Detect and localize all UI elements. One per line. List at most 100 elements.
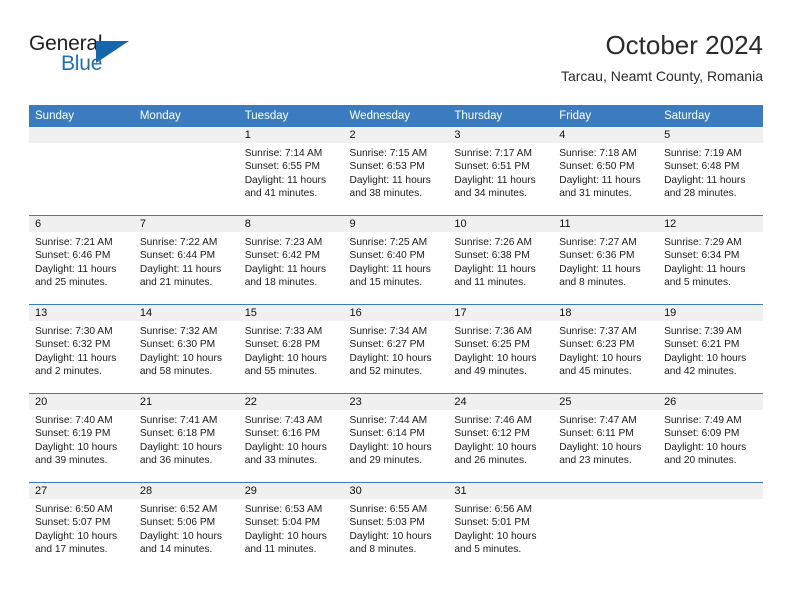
- location-subtitle: Tarcau, Neamt County, Romania: [560, 68, 763, 84]
- calendar-day-cell[interactable]: 31 Sunrise: 6:56 AM Sunset: 5:01 PM Dayligh…: [448, 482, 554, 571]
- sunset-text: Sunset: 6:21 PM: [664, 339, 740, 351]
- day-cell-inner: 2 Sunrise: 7:15 AM Sunset: 6:53 PM Daylight…: [343, 127, 449, 215]
- sunrise-text: Sunrise: 7:18 AM: [559, 148, 637, 159]
- calendar-day-cell[interactable]: 14 Sunrise: 7:32 AM Sunset: 6:30 PM Dayligh…: [133, 304, 239, 394]
- daylight-text-line1: Daylight: 11 hours: [349, 263, 431, 275]
- daylight-text-line2: and 34 minutes.: [454, 188, 527, 200]
- calendar-cell-empty: [658, 482, 763, 571]
- calendar-day-cell[interactable]: 12 Sunrise: 7:29 AM Sunset: 6:34 PM Dayligh…: [658, 215, 763, 305]
- day-details: Sunrise: 7:14 AM Sunset: 6:55 PM Daylight:…: [239, 143, 344, 201]
- calendar-day-cell[interactable]: 25 Sunrise: 7:47 AM Sunset: 6:11 PM Dayligh…: [553, 393, 659, 483]
- daylight-text-line1: Daylight: 10 hours: [559, 441, 642, 453]
- day-details: Sunrise: 7:32 AM Sunset: 6:30 PM Daylight:…: [134, 321, 239, 379]
- calendar-day-cell[interactable]: 4 Sunrise: 7:18 AM Sunset: 6:50 PM Daylight…: [553, 127, 659, 216]
- sunrise-text: Sunrise: 7:25 AM: [349, 237, 428, 248]
- sunrise-text: Sunrise: 7:39 AM: [664, 326, 742, 337]
- title-block: October 2024 Tarcau, Neamt County, Roman…: [561, 28, 763, 87]
- daylight-text-line2: and 23 minutes.: [559, 455, 632, 467]
- calendar-day-cell[interactable]: 13 Sunrise: 7:30 AM Sunset: 6:32 PM Dayligh…: [29, 304, 134, 394]
- day-number: 27: [29, 483, 134, 499]
- day-details: Sunrise: 7:44 AM Sunset: 6:14 PM Daylight:…: [344, 410, 449, 468]
- day-cell-inner: [553, 483, 659, 571]
- calendar-day-cell[interactable]: 15 Sunrise: 7:33 AM Sunset: 6:28 PM Dayligh…: [238, 304, 344, 394]
- sunset-text: Sunset: 5:06 PM: [139, 517, 216, 529]
- day-details: Sunrise: 6:52 AM Sunset: 5:06 PM Daylight:…: [134, 499, 239, 557]
- day-number: 20: [29, 394, 134, 410]
- day-details: Sunrise: 7:41 AM Sunset: 6:18 PM Daylight:…: [134, 410, 239, 468]
- day-cell-inner: 7 Sunrise: 7:22 AM Sunset: 6:44 PM Daylight…: [133, 216, 239, 304]
- day-cell-inner: 30 Sunrise: 6:55 AM Sunset: 5:03 PM Dayligh…: [343, 483, 449, 571]
- daylight-text-line2: and 31 minutes.: [559, 188, 632, 200]
- sunrise-text: Sunrise: 7:40 AM: [35, 415, 113, 426]
- calendar-day-cell[interactable]: 2 Sunrise: 7:15 AM Sunset: 6:53 PM Daylight…: [343, 127, 449, 216]
- calendar-day-cell[interactable]: 3 Sunrise: 7:17 AM Sunset: 6:51 PM Daylight…: [448, 127, 554, 216]
- day-cell-inner: 1 Sunrise: 7:14 AM Sunset: 6:55 PM Daylight…: [238, 127, 344, 215]
- calendar-day-cell[interactable]: 11 Sunrise: 7:27 AM Sunset: 6:36 PM Dayligh…: [553, 215, 659, 305]
- sunset-text: Sunset: 5:04 PM: [244, 517, 321, 529]
- daylight-text-line1: Daylight: 10 hours: [559, 352, 642, 364]
- day-cell-inner: 25 Sunrise: 7:47 AM Sunset: 6:11 PM Dayligh…: [553, 394, 659, 482]
- calendar-day-cell[interactable]: 26 Sunrise: 7:49 AM Sunset: 6:09 PM Dayligh…: [658, 393, 763, 483]
- calendar-day-cell[interactable]: 28 Sunrise: 6:52 AM Sunset: 5:06 PM Dayligh…: [133, 482, 239, 571]
- daylight-text-line2: and 52 minutes.: [349, 366, 423, 378]
- calendar-day-cell[interactable]: 6 Sunrise: 7:21 AM Sunset: 6:46 PM Daylight…: [29, 215, 134, 305]
- calendar-day-cell[interactable]: 10 Sunrise: 7:26 AM Sunset: 6:38 PM Dayligh…: [448, 215, 554, 305]
- day-cell-inner: [29, 127, 134, 215]
- calendar-day-cell[interactable]: 22 Sunrise: 7:43 AM Sunset: 6:16 PM Dayligh…: [238, 393, 344, 483]
- calendar-header-row: Sunday Monday Tuesday Wednesday Thursday Frid…: [29, 105, 763, 127]
- calendar-day-cell[interactable]: 1 Sunrise: 7:14 AM Sunset: 6:55 PM Daylight…: [238, 127, 344, 216]
- calendar-day-cell[interactable]: 8 Sunrise: 7:23 AM Sunset: 6:42 PM Daylight…: [238, 215, 344, 305]
- daylight-text-line2: and 29 minutes.: [349, 455, 423, 467]
- calendar-day-cell[interactable]: 9 Sunrise: 7:25 AM Sunset: 6:40 PM Daylight…: [343, 215, 449, 305]
- day-cell-inner: 4 Sunrise: 7:18 AM Sunset: 6:50 PM Daylight…: [553, 127, 659, 215]
- daylight-text-line2: and 5 minutes.: [664, 277, 731, 289]
- sunrise-text: Sunrise: 7:29 AM: [664, 237, 742, 248]
- day-number: 10: [448, 216, 554, 232]
- sunrise-text: Sunrise: 7:15 AM: [349, 148, 428, 159]
- day-number: 6: [29, 216, 134, 232]
- day-number: 11: [553, 216, 659, 232]
- calendar-week-row: 1 Sunrise: 7:14 AM Sunset: 6:55 PM Daylight…: [29, 127, 763, 216]
- daylight-text-line2: and 39 minutes.: [35, 455, 108, 467]
- sunrise-text: Sunrise: 7:21 AM: [35, 237, 113, 248]
- sunrise-text: Sunrise: 7:44 AM: [349, 415, 428, 426]
- day-cell-inner: 6 Sunrise: 7:21 AM Sunset: 6:46 PM Daylight…: [29, 216, 134, 304]
- sunset-text: Sunset: 6:25 PM: [454, 339, 530, 351]
- day-cell-inner: 31 Sunrise: 6:56 AM Sunset: 5:01 PM Dayligh…: [448, 483, 554, 571]
- calendar-day-cell[interactable]: 16 Sunrise: 7:34 AM Sunset: 6:27 PM Dayligh…: [343, 304, 449, 394]
- day-number: 18: [553, 305, 659, 321]
- calendar-day-cell[interactable]: 18 Sunrise: 7:37 AM Sunset: 6:23 PM Dayligh…: [553, 304, 659, 394]
- calendar-day-cell[interactable]: 24 Sunrise: 7:46 AM Sunset: 6:12 PM Dayligh…: [448, 393, 554, 483]
- calendar-day-cell[interactable]: 19 Sunrise: 7:39 AM Sunset: 6:21 PM Dayligh…: [658, 304, 763, 394]
- calendar-day-cell[interactable]: 21 Sunrise: 7:41 AM Sunset: 6:18 PM Dayligh…: [133, 393, 239, 483]
- calendar-day-cell[interactable]: 17 Sunrise: 7:36 AM Sunset: 6:25 PM Dayligh…: [448, 304, 554, 394]
- day-details: Sunrise: 7:37 AM Sunset: 6:23 PM Daylight:…: [553, 321, 658, 379]
- calendar-day-cell[interactable]: 27 Sunrise: 6:50 AM Sunset: 5:07 PM Dayligh…: [29, 482, 134, 571]
- day-cell-inner: 20 Sunrise: 7:40 AM Sunset: 6:19 PM Dayligh…: [29, 394, 134, 482]
- daylight-text-line1: Daylight: 11 hours: [349, 174, 431, 186]
- sunset-text: Sunset: 5:07 PM: [35, 517, 111, 529]
- day-details: Sunrise: 7:23 AM Sunset: 6:42 PM Daylight:…: [239, 232, 344, 290]
- day-cell-inner: 23 Sunrise: 7:44 AM Sunset: 6:14 PM Dayligh…: [343, 394, 449, 482]
- calendar-day-cell[interactable]: 29 Sunrise: 6:53 AM Sunset: 5:04 PM Dayligh…: [238, 482, 344, 571]
- day-number: 23: [343, 394, 449, 410]
- daylight-text-line1: Daylight: 10 hours: [664, 441, 747, 453]
- daylight-text-line2: and 11 minutes.: [454, 277, 527, 289]
- daylight-text-line1: Daylight: 10 hours: [454, 441, 537, 453]
- daylight-text-line2: and 49 minutes.: [454, 366, 527, 378]
- daylight-text-line1: Daylight: 10 hours: [349, 352, 432, 364]
- day-cell-inner: 11 Sunrise: 7:27 AM Sunset: 6:36 PM Dayligh…: [553, 216, 659, 304]
- calendar-day-cell[interactable]: 5 Sunrise: 7:19 AM Sunset: 6:48 PM Daylight…: [658, 127, 763, 216]
- day-cell-inner: 27 Sunrise: 6:50 AM Sunset: 5:07 PM Dayligh…: [29, 483, 134, 571]
- calendar-day-cell[interactable]: 30 Sunrise: 6:55 AM Sunset: 5:03 PM Dayligh…: [343, 482, 449, 571]
- sunset-text: Sunset: 6:34 PM: [664, 250, 740, 262]
- sunset-text: Sunset: 6:40 PM: [349, 250, 425, 262]
- day-details: Sunrise: 7:19 AM Sunset: 6:48 PM Daylight:…: [658, 143, 763, 201]
- calendar-day-cell[interactable]: 7 Sunrise: 7:22 AM Sunset: 6:44 PM Daylight…: [133, 215, 239, 305]
- sunset-text: Sunset: 6:16 PM: [244, 428, 321, 440]
- day-cell-inner: 3 Sunrise: 7:17 AM Sunset: 6:51 PM Daylight…: [448, 127, 554, 215]
- calendar-day-cell[interactable]: 23 Sunrise: 7:44 AM Sunset: 6:14 PM Dayligh…: [343, 393, 449, 483]
- day-details: Sunrise: 7:27 AM Sunset: 6:36 PM Daylight:…: [553, 232, 658, 290]
- calendar-day-cell[interactable]: 20 Sunrise: 7:40 AM Sunset: 6:19 PM Dayligh…: [29, 393, 134, 483]
- day-number: 21: [133, 394, 239, 410]
